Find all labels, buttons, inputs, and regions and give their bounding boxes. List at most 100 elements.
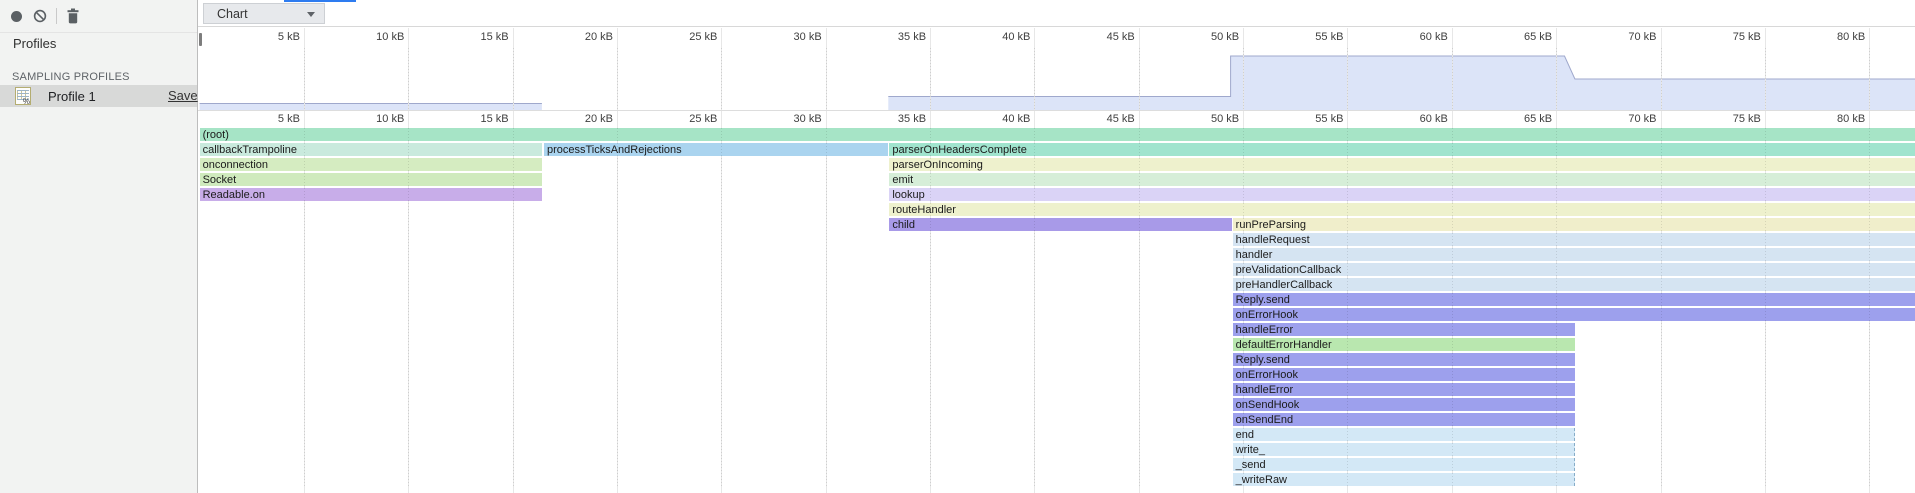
gridline-dotted — [826, 128, 827, 487]
sidebar-item-profile-1[interactable]: % Profile 1 Save — [0, 85, 197, 107]
profiles-sidebar: Profiles SAMPLING PROFILES % Profile 1 S… — [0, 0, 198, 493]
frame-label: end — [1233, 428, 1574, 442]
frame-label: Socket — [200, 173, 542, 187]
delete-profile-button[interactable] — [61, 4, 85, 28]
flame-frame[interactable]: handler — [1233, 248, 1915, 262]
flame-frame[interactable]: emit — [889, 173, 1915, 187]
frame-label: handleError — [1233, 323, 1575, 337]
sidebar-title: Profiles — [13, 36, 56, 51]
gridline-dotted — [1243, 128, 1244, 487]
flame-frame[interactable]: (root) — [200, 128, 1915, 142]
flame-frame[interactable]: child — [889, 218, 1231, 232]
flame-frame[interactable]: _writeRaw — [1233, 473, 1575, 487]
flame-frame[interactable]: handleError — [1233, 383, 1575, 397]
frame-label: _send — [1233, 458, 1574, 472]
flame-frame[interactable]: processTicksAndRejections — [544, 143, 888, 157]
flame-frame[interactable]: preHandlerCallback — [1233, 278, 1915, 292]
frame-label: (root) — [200, 128, 1915, 142]
frame-label: runPreParsing — [1233, 218, 1915, 232]
flame-frame[interactable]: onErrorHook — [1233, 308, 1915, 322]
frame-label: defaultErrorHandler — [1233, 338, 1575, 352]
flame-frame[interactable]: handleRequest — [1233, 233, 1915, 247]
flame-frame[interactable]: Reply.send — [1233, 353, 1575, 367]
flame-frame[interactable]: handleError — [1233, 323, 1575, 337]
devtools-profiler-panel: Profiles SAMPLING PROFILES % Profile 1 S… — [0, 0, 1915, 493]
gridline-dotted — [1661, 48, 1662, 110]
gridline-dotted — [1139, 48, 1140, 110]
frame-label: processTicksAndRejections — [544, 143, 888, 157]
gridline-dotted — [617, 128, 618, 487]
gridline-dotted — [304, 128, 305, 487]
frame-label: parserOnIncoming — [889, 158, 1915, 172]
profiler-toolbar — [0, 0, 197, 33]
clear-button[interactable] — [28, 4, 52, 28]
flame-frame[interactable]: runPreParsing — [1233, 218, 1915, 232]
flame-frame[interactable]: onconnection — [200, 158, 542, 172]
gridline-dotted — [1243, 48, 1244, 110]
save-profile-link[interactable]: Save — [168, 88, 198, 103]
gridline-dotted — [930, 48, 931, 110]
frame-label: child — [889, 218, 1231, 232]
gridline-dotted — [1661, 128, 1662, 487]
flame-frame[interactable]: parserOnHeadersComplete — [889, 143, 1915, 157]
gridline-dotted — [513, 48, 514, 110]
flame-frame[interactable]: preValidationCallback — [1233, 263, 1915, 277]
frame-label: callbackTrampoline — [200, 143, 542, 157]
flame-frame[interactable]: end — [1233, 428, 1575, 442]
frame-label: emit — [889, 173, 1915, 187]
gridline-dotted — [304, 48, 305, 110]
frame-label: onSendEnd — [1233, 413, 1575, 427]
gridline-dotted — [826, 48, 827, 110]
gridline-dotted — [1452, 48, 1453, 110]
gridline-dotted — [1034, 128, 1035, 487]
trash-icon — [66, 8, 80, 24]
flame-frame[interactable]: parserOnIncoming — [889, 158, 1915, 172]
frame-label: preValidationCallback — [1233, 263, 1915, 277]
gridline-dotted — [1556, 48, 1557, 110]
gridline-dotted — [721, 128, 722, 487]
frame-label: preHandlerCallback — [1233, 278, 1915, 292]
flame-frame[interactable]: lookup — [889, 188, 1915, 202]
flame-frame[interactable]: routeHandler — [889, 203, 1915, 217]
frame-label: _writeRaw — [1233, 473, 1574, 487]
frame-label: handleError — [1233, 383, 1575, 397]
frame-label: lookup — [889, 188, 1915, 202]
frame-label: onErrorHook — [1233, 368, 1575, 382]
profile-name: Profile 1 — [48, 89, 96, 104]
sampling-profiles-section-label: SAMPLING PROFILES — [12, 71, 130, 83]
gridline-dotted — [1347, 128, 1348, 487]
flame-frame[interactable]: Readable.on — [200, 188, 542, 202]
frame-label: handleRequest — [1233, 233, 1915, 247]
frame-label: onErrorHook — [1233, 308, 1915, 322]
flame-chart: (root)callbackTrampolineprocessTicksAndR… — [198, 0, 1915, 493]
gridline-dotted — [1869, 48, 1870, 110]
frame-label: Readable.on — [200, 188, 542, 202]
flame-frame[interactable]: Socket — [200, 173, 542, 187]
clear-icon — [33, 9, 47, 23]
gridline-dotted — [408, 128, 409, 487]
gridline-dotted — [1765, 48, 1766, 110]
profile-document-icon: % — [15, 87, 31, 105]
frame-label: write_ — [1233, 443, 1574, 457]
flame-frame[interactable]: _send — [1233, 458, 1575, 472]
frame-label: onconnection — [200, 158, 542, 172]
flame-frame[interactable]: onErrorHook — [1233, 368, 1575, 382]
flame-frame[interactable]: write_ — [1233, 443, 1575, 457]
flame-frame[interactable]: Reply.send — [1233, 293, 1915, 307]
gridline-dotted — [513, 128, 514, 487]
record-button[interactable] — [4, 4, 28, 28]
gridline-dotted — [1765, 128, 1766, 487]
toolbar-separator — [56, 8, 57, 24]
flame-frame[interactable]: onSendHook — [1233, 398, 1575, 412]
gridline-dotted — [1869, 128, 1870, 487]
flame-frame[interactable]: defaultErrorHandler — [1233, 338, 1575, 352]
frame-label: handler — [1233, 248, 1915, 262]
gridline-dotted — [1452, 128, 1453, 487]
frame-label: parserOnHeadersComplete — [889, 143, 1915, 157]
flame-frame[interactable]: onSendEnd — [1233, 413, 1575, 427]
flame-frame[interactable]: callbackTrampoline — [200, 143, 542, 157]
gridline-dotted — [930, 128, 931, 487]
frame-label: Reply.send — [1233, 293, 1915, 307]
frame-label: Reply.send — [1233, 353, 1575, 367]
gridline-dotted — [1034, 48, 1035, 110]
